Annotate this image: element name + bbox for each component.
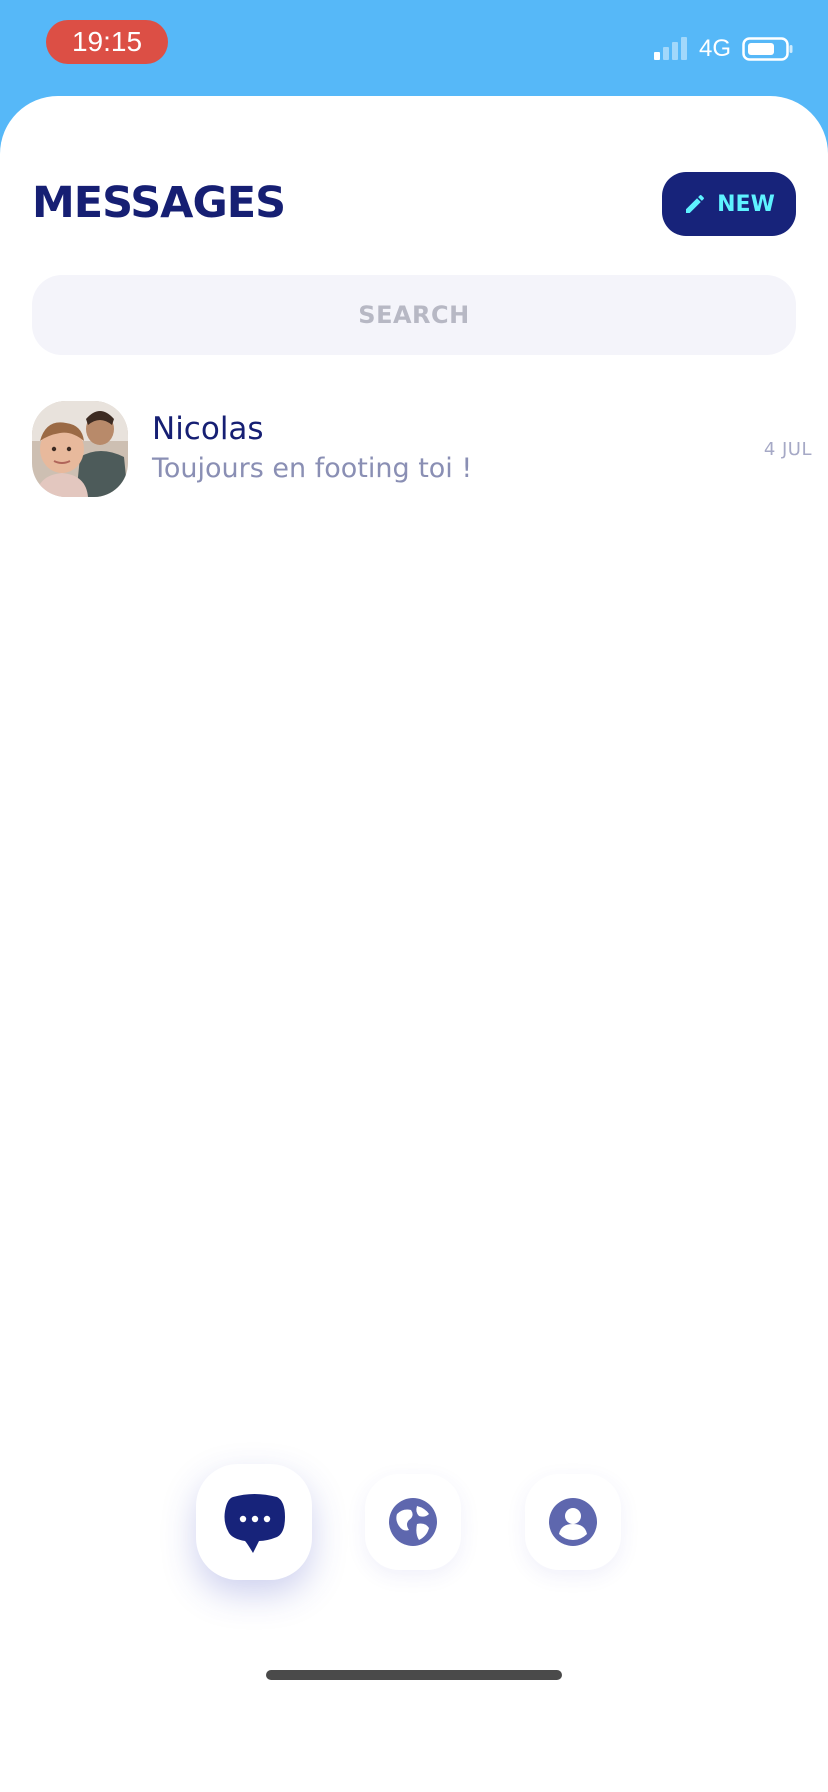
conversation-item[interactable]: Nicolas Toujours en footing toi ! 4 JUL bbox=[32, 401, 811, 501]
page-title: MESSAGES bbox=[32, 178, 286, 228]
avatar bbox=[32, 401, 128, 497]
chat-bubble-icon bbox=[224, 1494, 285, 1553]
message-preview: Toujours en footing toi ! bbox=[152, 453, 473, 484]
signal-strength-icon bbox=[654, 37, 687, 60]
message-date: 4 JUL bbox=[763, 439, 812, 460]
contact-name: Nicolas bbox=[152, 411, 264, 447]
profile-icon bbox=[549, 1498, 597, 1546]
new-button-label: NEW bbox=[717, 191, 775, 217]
status-time[interactable]: 19:15 bbox=[46, 20, 168, 64]
battery-icon bbox=[742, 37, 793, 61]
pencil-icon bbox=[686, 194, 705, 213]
home-indicator[interactable] bbox=[266, 1670, 562, 1680]
network-type: 4G bbox=[699, 35, 732, 62]
globe-icon bbox=[389, 1498, 437, 1546]
search-input[interactable]: SEARCH bbox=[32, 275, 796, 355]
search-placeholder: SEARCH bbox=[358, 301, 470, 329]
nav-profile-button[interactable] bbox=[525, 1474, 621, 1570]
status-bar: 19:15 4G bbox=[0, 0, 828, 96]
nav-chat-button[interactable] bbox=[196, 1464, 312, 1580]
nav-explore-button[interactable] bbox=[365, 1474, 461, 1570]
new-message-button[interactable]: NEW bbox=[662, 172, 796, 236]
